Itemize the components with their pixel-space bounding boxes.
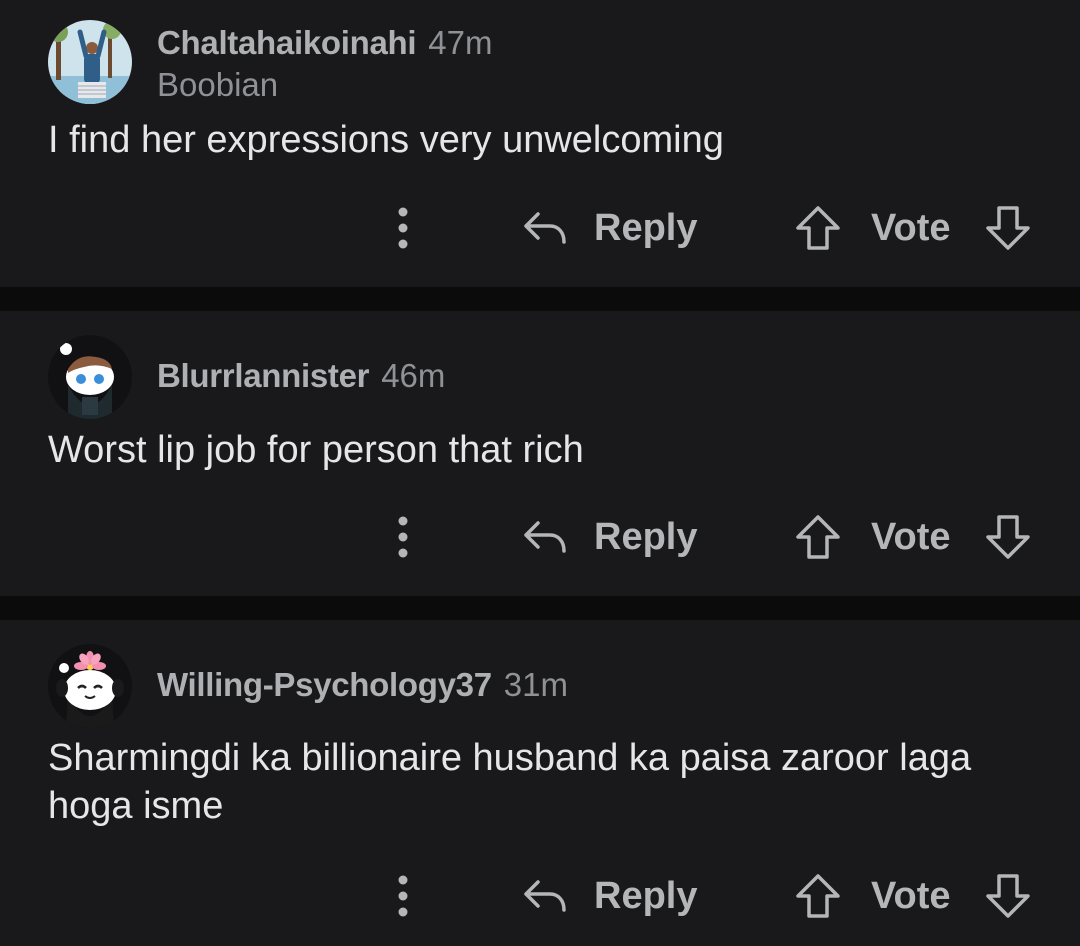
vote-label: Vote	[871, 875, 951, 917]
more-vertical-icon[interactable]	[388, 204, 418, 252]
reply-label: Reply	[594, 206, 698, 249]
comment-card: Chaltahaikoinahi 47m Boobian I find her e…	[0, 0, 1080, 287]
comment-body: Worst lip job for person that rich	[48, 429, 584, 471]
reply-button[interactable]: Reply	[520, 866, 697, 926]
downvote-arrow-icon[interactable]	[984, 872, 1032, 920]
username[interactable]: Willing-Psychology37	[157, 666, 492, 703]
comment-actions: Reply Vote	[0, 198, 1080, 258]
comment-body: I find her expressions very unwelcoming	[48, 119, 724, 161]
more-vertical-icon[interactable]	[388, 872, 418, 920]
upvote-arrow-icon[interactable]	[794, 204, 842, 252]
comment-actions: Reply Vote	[0, 866, 1080, 926]
reply-button[interactable]: Reply	[520, 507, 697, 567]
upvote-arrow-icon[interactable]	[794, 872, 842, 920]
username[interactable]: Chaltahaikoinahi	[157, 24, 417, 61]
comment-card: Blurrlannister 46m Worst lip job for pers…	[0, 311, 1080, 596]
comment-card: Willing-Psychology37 31m Sharmingdi ka bi…	[0, 620, 1080, 946]
user-avatar[interactable]	[48, 335, 132, 419]
username[interactable]: Blurrlannister	[157, 357, 369, 394]
comment-actions: Reply Vote	[0, 507, 1080, 567]
reply-label: Reply	[594, 874, 698, 917]
reply-button[interactable]: Reply	[520, 198, 697, 258]
reply-arrow-icon	[524, 880, 566, 912]
timestamp: 31m	[503, 666, 568, 703]
upvote-arrow-icon[interactable]	[794, 513, 842, 561]
downvote-arrow-icon[interactable]	[984, 204, 1032, 252]
downvote-arrow-icon[interactable]	[984, 513, 1032, 561]
vote-label: Vote	[871, 516, 951, 558]
user-avatar[interactable]	[48, 644, 132, 728]
user-flair: Boobian	[157, 66, 279, 103]
comment-meta: Blurrlannister 46m	[157, 357, 445, 395]
comment-meta: Willing-Psychology37 31m	[157, 666, 568, 704]
more-vertical-icon[interactable]	[388, 513, 418, 561]
reply-arrow-icon	[524, 212, 566, 244]
timestamp: 46m	[381, 357, 446, 394]
comment-body: Sharmingdi ka billionaire husband ka pai…	[48, 737, 972, 827]
reply-arrow-icon	[524, 521, 566, 553]
user-avatar[interactable]	[48, 20, 132, 104]
reply-label: Reply	[594, 515, 698, 558]
timestamp: 47m	[428, 24, 493, 61]
vote-label: Vote	[871, 207, 951, 249]
comment-meta: Chaltahaikoinahi 47m	[157, 24, 492, 62]
